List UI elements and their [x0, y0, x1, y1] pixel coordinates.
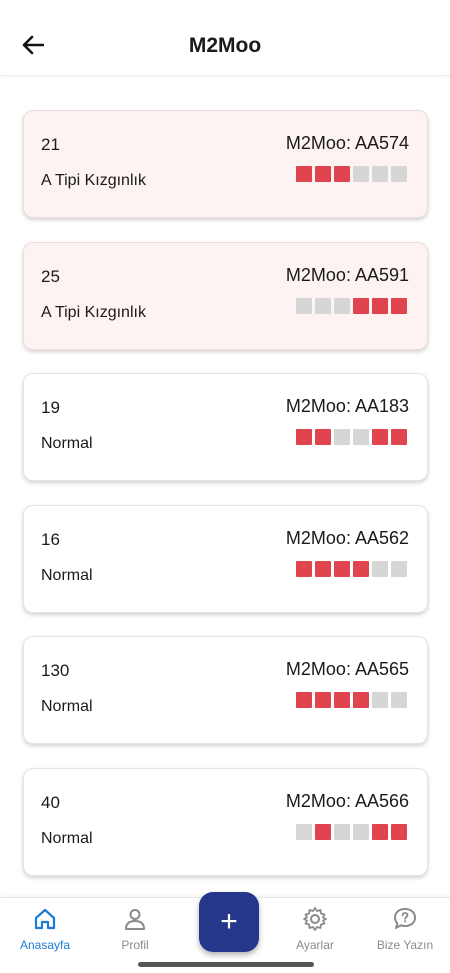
activity-blocks: [296, 429, 407, 445]
activity-block-on: [372, 429, 388, 445]
card-device-id: M2Moo: AA591: [285, 265, 409, 285]
card-value: 40: [41, 793, 60, 812]
activity-blocks: [296, 824, 407, 840]
card-device-id: M2Moo: AA562: [285, 528, 409, 548]
app-screen: M2Moo 21 M2Moo: AA574 A Tipi Kızgınlık 25 M2…: [0, 0, 450, 973]
nav-label-anasayfa: Anasayfa: [19, 938, 71, 952]
card-value: 21: [41, 135, 60, 154]
activity-blocks: [296, 298, 407, 314]
activity-block-on: [296, 561, 312, 577]
device-card[interactable]: 19 M2Moo: AA183 Normal: [23, 373, 428, 481]
activity-block-on: [296, 692, 312, 708]
add-button[interactable]: +: [199, 892, 259, 952]
card-value: 25: [41, 267, 60, 286]
device-card[interactable]: 16 M2Moo: AA562 Normal: [23, 505, 428, 613]
activity-block-off: [372, 166, 388, 182]
page-title: M2Moo: [188, 34, 262, 57]
card-status: Normal: [41, 830, 93, 847]
card-status: Normal: [41, 435, 93, 452]
card-device-id: M2Moo: AA574: [285, 133, 409, 153]
activity-block-on: [296, 166, 312, 182]
activity-block-on: [353, 692, 369, 708]
nav-item-ayarlar[interactable]: Ayarlar: [270, 906, 360, 952]
home-indicator[interactable]: [138, 962, 314, 967]
nav-label-ayarlar: Ayarlar: [296, 938, 334, 952]
activity-block-off: [334, 429, 350, 445]
card-status: Normal: [41, 567, 93, 584]
nav-label-profil: Profil: [121, 938, 149, 952]
activity-block-off: [334, 824, 350, 840]
activity-block-on: [315, 824, 331, 840]
nav-item-profil[interactable]: Profil: [90, 906, 180, 952]
activity-block-off: [353, 429, 369, 445]
activity-block-on: [315, 692, 331, 708]
activity-block-on: [315, 429, 331, 445]
activity-block-off: [391, 561, 407, 577]
activity-block-on: [334, 561, 350, 577]
card-status: Normal: [41, 698, 93, 715]
activity-block-on: [391, 824, 407, 840]
activity-block-off: [334, 298, 350, 314]
activity-block-off: [296, 824, 312, 840]
nav-item-anasayfa[interactable]: Anasayfa: [0, 906, 90, 952]
activity-block-off: [315, 298, 331, 314]
activity-block-on: [372, 824, 388, 840]
activity-block-on: [391, 298, 407, 314]
activity-block-off: [391, 692, 407, 708]
card-value: 19: [41, 398, 60, 417]
activity-block-on: [315, 561, 331, 577]
activity-block-on: [334, 166, 350, 182]
activity-block-off: [391, 166, 407, 182]
device-card[interactable]: 21 M2Moo: AA574 A Tipi Kızgınlık: [23, 110, 428, 218]
activity-block-on: [372, 298, 388, 314]
activity-blocks: [296, 561, 407, 577]
gear-icon: [303, 907, 327, 931]
activity-block-on: [391, 429, 407, 445]
plus-icon: +: [220, 905, 238, 938]
activity-block-on: [353, 561, 369, 577]
activity-blocks: [296, 692, 407, 708]
activity-block-off: [372, 561, 388, 577]
device-card[interactable]: 25 M2Moo: AA591 A Tipi Kızgınlık: [23, 242, 428, 350]
card-device-id: M2Moo: AA565: [285, 659, 409, 679]
card-status: A Tipi Kızgınlık: [41, 172, 146, 189]
activity-block-off: [353, 166, 369, 182]
activity-block-on: [296, 429, 312, 445]
activity-block-off: [296, 298, 312, 314]
activity-blocks: [296, 166, 407, 182]
nav-item-bize-yazin[interactable]: Bize Yazın: [360, 906, 450, 952]
activity-block-on: [353, 298, 369, 314]
user-icon: [125, 909, 145, 930]
card-device-id: M2Moo: AA566: [285, 791, 409, 811]
activity-block-off: [353, 824, 369, 840]
app-header: M2Moo: [0, 0, 450, 76]
nav-label-bize-yazin: Bize Yazın: [376, 938, 434, 952]
device-card[interactable]: 130 M2Moo: AA565 Normal: [23, 636, 428, 744]
activity-block-on: [315, 166, 331, 182]
device-card[interactable]: 40 M2Moo: AA566 Normal: [23, 768, 428, 876]
home-icon: [34, 908, 56, 930]
card-device-id: M2Moo: AA183: [285, 396, 409, 416]
card-value: 16: [41, 530, 60, 549]
card-value: 130: [41, 661, 70, 680]
help-chat-icon: [394, 908, 416, 929]
activity-block-on: [334, 692, 350, 708]
card-status: A Tipi Kızgınlık: [41, 304, 146, 321]
activity-block-off: [372, 692, 388, 708]
